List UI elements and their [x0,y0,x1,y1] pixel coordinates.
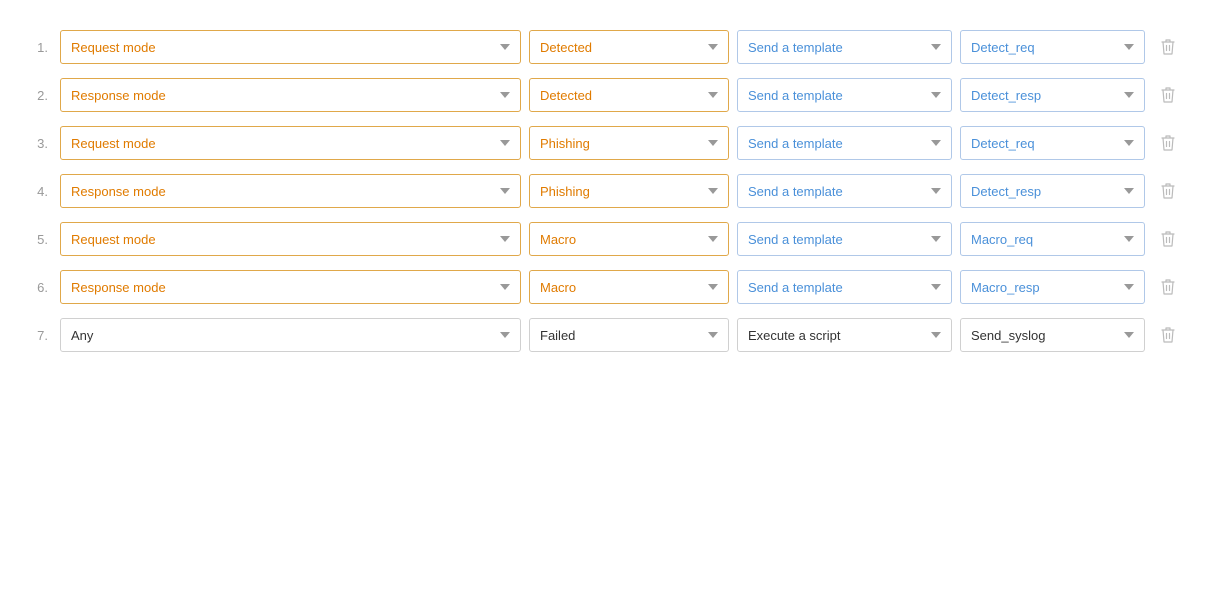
delete-row-button[interactable] [1153,78,1183,112]
trash-icon [1160,326,1176,344]
icap-mode-select[interactable]: Request modeResponse modeAny [60,30,521,64]
row-number: 2. [24,88,52,103]
row-number: 6. [24,280,52,295]
template-select[interactable]: Detect_reqDetect_respMacro_reqMacro_resp… [960,126,1145,160]
table-row: 7. Request modeResponse modeAnyDetectedPh… [24,318,1189,352]
table-row: 3. Request modeResponse modeAnyDetectedPh… [24,126,1189,160]
trash-icon [1160,230,1176,248]
table-row: 6. Request modeResponse modeAnyDetectedPh… [24,270,1189,304]
template-select[interactable]: Detect_reqDetect_respMacro_reqMacro_resp… [960,270,1145,304]
action-select[interactable]: Send a templateExecute a script [737,222,952,256]
icap-mode-select[interactable]: Request modeResponse modeAny [60,78,521,112]
table-row: 4. Request modeResponse modeAnyDetectedPh… [24,174,1189,208]
action-select[interactable]: Send a templateExecute a script [737,30,952,64]
trash-icon [1160,86,1176,104]
scan-result-select[interactable]: DetectedPhishingMacroFailed [529,174,729,208]
icap-mode-select[interactable]: Request modeResponse modeAny [60,318,521,352]
action-select[interactable]: Send a templateExecute a script [737,174,952,208]
scan-result-select[interactable]: DetectedPhishingMacroFailed [529,78,729,112]
table-row: 1. Request modeResponse modeAnyDetectedPh… [24,30,1189,64]
delete-row-button[interactable] [1153,126,1183,160]
action-select[interactable]: Send a templateExecute a script [737,78,952,112]
row-number: 1. [24,40,52,55]
icap-mode-select[interactable]: Request modeResponse modeAny [60,270,521,304]
trash-icon [1160,278,1176,296]
trash-icon [1160,182,1176,200]
action-select[interactable]: Send a templateExecute a script [737,318,952,352]
icap-mode-select[interactable]: Request modeResponse modeAny [60,126,521,160]
delete-row-button[interactable] [1153,30,1183,64]
table-row: 5. Request modeResponse modeAnyDetectedPh… [24,222,1189,256]
table-row: 2. Request modeResponse modeAnyDetectedPh… [24,78,1189,112]
trash-icon [1160,134,1176,152]
icap-mode-select[interactable]: Request modeResponse modeAny [60,222,521,256]
rows-container: 1.Request modeResponse modeAnyDetectedPh… [24,30,1189,352]
delete-row-button[interactable] [1153,222,1183,256]
template-select[interactable]: Detect_reqDetect_respMacro_reqMacro_resp… [960,78,1145,112]
template-select[interactable]: Detect_reqDetect_respMacro_reqMacro_resp… [960,30,1145,64]
template-select[interactable]: Detect_reqDetect_respMacro_reqMacro_resp… [960,174,1145,208]
scan-result-select[interactable]: DetectedPhishingMacroFailed [529,270,729,304]
row-number: 7. [24,328,52,343]
template-select[interactable]: Detect_reqDetect_respMacro_reqMacro_resp… [960,222,1145,256]
scan-result-select[interactable]: DetectedPhishingMacroFailed [529,222,729,256]
trash-icon [1160,38,1176,56]
scan-result-select[interactable]: DetectedPhishingMacroFailed [529,318,729,352]
delete-row-button[interactable] [1153,270,1183,304]
row-number: 3. [24,136,52,151]
row-number: 4. [24,184,52,199]
delete-row-button[interactable] [1153,318,1183,352]
scan-result-select[interactable]: DetectedPhishingMacroFailed [529,30,729,64]
action-select[interactable]: Send a templateExecute a script [737,126,952,160]
template-select[interactable]: Detect_reqDetect_respMacro_reqMacro_resp… [960,318,1145,352]
action-select[interactable]: Send a templateExecute a script [737,270,952,304]
delete-row-button[interactable] [1153,174,1183,208]
scan-result-select[interactable]: DetectedPhishingMacroFailed [529,126,729,160]
row-number: 5. [24,232,52,247]
icap-mode-select[interactable]: Request modeResponse modeAny [60,174,521,208]
